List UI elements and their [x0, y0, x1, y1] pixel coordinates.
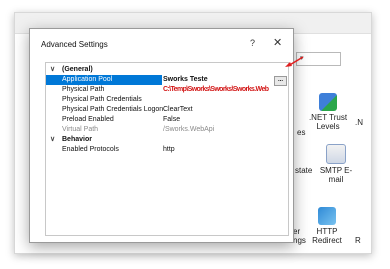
category-general[interactable]: ∨ (General): [46, 65, 288, 75]
advanced-settings-dialog: Advanced Settings ? ✕ ∨ (General) Applic…: [29, 28, 294, 243]
feature-partial-state[interactable]: state: [295, 166, 315, 175]
dialog-title: Advanced Settings: [41, 40, 108, 49]
feature-partial-er[interactable]: er ngs: [293, 227, 307, 245]
chevron-down-icon[interactable]: ∨: [50, 135, 55, 145]
feature-partial-n[interactable]: .N: [355, 118, 367, 127]
property-value[interactable]: Sworks Teste ...: [162, 75, 288, 86]
property-row-enabled-protocols[interactable]: Enabled Protocols http: [46, 145, 288, 155]
feature-partial-r[interactable]: R: [355, 236, 367, 245]
redacted-path-value: C:\Temp\Sworks\Sworks\Sworks.Web: [163, 86, 269, 93]
chevron-down-icon[interactable]: ∨: [50, 65, 55, 75]
property-grid[interactable]: ∨ (General) Application Pool Sworks Test…: [45, 62, 289, 236]
envelope-icon: [326, 144, 346, 164]
property-row-virtual-path: Virtual Path /Sworks.WebApi: [62, 126, 215, 133]
property-row-preload-enabled[interactable]: Preload Enabled False: [46, 115, 288, 125]
feature-net-trust-levels[interactable]: .NET Trust Levels: [305, 93, 351, 131]
annotation-arrow-icon: [285, 56, 304, 67]
redirect-icon: [318, 207, 336, 225]
shield-check-icon: [319, 93, 337, 111]
close-icon[interactable]: ✕: [273, 36, 282, 49]
property-row-application-pool[interactable]: Application Pool Sworks Teste ...: [46, 75, 288, 86]
help-button[interactable]: ?: [250, 38, 255, 48]
feature-http-redirect[interactable]: HTTP Redirect: [305, 207, 349, 245]
property-row-physical-path[interactable]: Physical Path C:\Temp\Sworks\Sworks\Swor…: [46, 85, 288, 95]
property-row-physical-path-credentials[interactable]: Physical Path Credentials: [46, 95, 288, 105]
property-row-credentials-logon[interactable]: Physical Path Credentials Logon ClearTex…: [46, 105, 288, 115]
feature-smtp-email[interactable]: SMTP E-mail: [313, 144, 359, 184]
category-behavior[interactable]: ∨ Behavior: [46, 135, 288, 145]
